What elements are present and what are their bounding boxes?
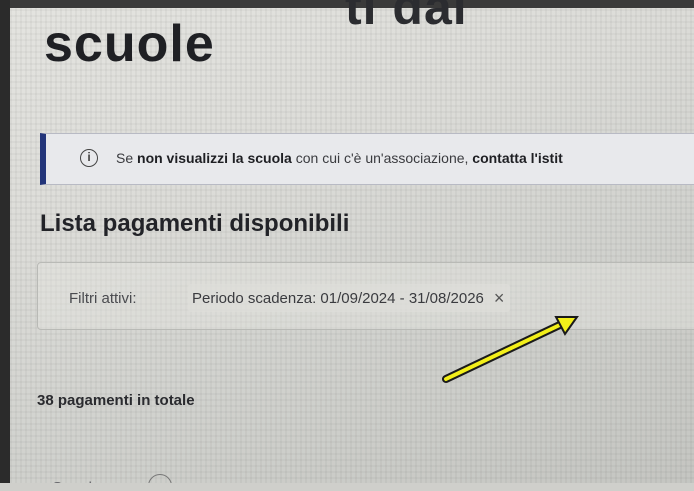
photo-screen: ti dai scuole i Se non visualizzi la scu…: [0, 0, 694, 491]
monitor-bezel-bottom: [0, 483, 694, 491]
arrow-shaft: [444, 320, 568, 381]
yellow-arrow-annotation: [442, 316, 579, 383]
